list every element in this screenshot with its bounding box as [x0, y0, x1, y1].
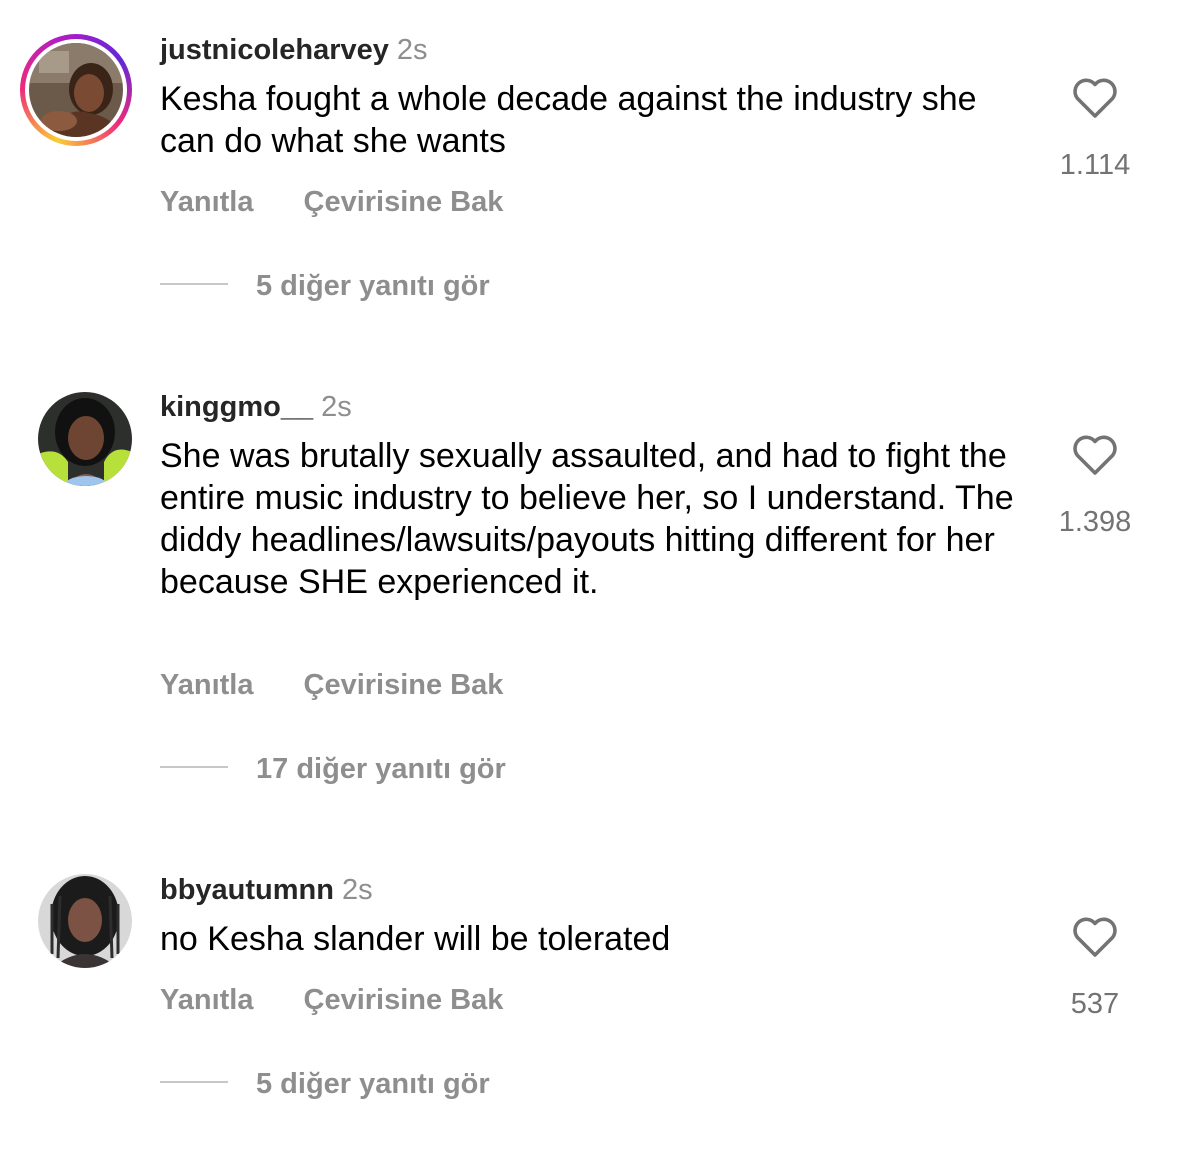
- comment-time: 2s: [396, 34, 428, 66]
- comment-header: justnicoleharvey 2s: [160, 33, 428, 67]
- avatar-image: [38, 392, 132, 486]
- heart-outline-icon[interactable]: [1071, 915, 1119, 959]
- comment-time: 2s: [321, 391, 352, 423]
- comment-time: 2s: [342, 874, 373, 906]
- avatar[interactable]: [20, 374, 132, 486]
- view-replies-label: 5 diğer yanıtı gör: [256, 270, 490, 302]
- view-replies-button[interactable]: 5 diğer yanıtı gör: [160, 269, 490, 303]
- like-control: 537: [1050, 915, 1140, 1021]
- view-replies-button[interactable]: 17 diğer yanıtı gör: [160, 752, 506, 786]
- comment-header: bbyautumnn 2s: [160, 873, 373, 907]
- avatar[interactable]: [20, 34, 132, 146]
- like-count: 1.398: [1058, 506, 1132, 538]
- comment-actions: Yanıtla Çevirisine Bak: [160, 185, 503, 219]
- see-translation-button[interactable]: Çevirisine Bak: [304, 983, 504, 1017]
- heart-outline-icon[interactable]: [1071, 76, 1119, 120]
- replies-divider: [160, 1081, 228, 1084]
- username[interactable]: justnicoleharvey: [160, 34, 389, 66]
- like-control: 1.398: [1050, 433, 1140, 539]
- comment-text: no Kesha slander will be tolerated: [160, 920, 671, 958]
- reply-button[interactable]: Yanıtla: [160, 185, 254, 219]
- view-replies-button[interactable]: 5 diğer yanıtı gör: [160, 1067, 490, 1101]
- comment-text: Kesha fought a whole decade against the …: [160, 80, 977, 160]
- avatar[interactable]: [20, 856, 132, 968]
- see-translation-button[interactable]: Çevirisine Bak: [304, 668, 504, 702]
- reply-button[interactable]: Yanıtla: [160, 668, 254, 702]
- view-replies-label: 17 diğer yanıtı gör: [256, 753, 506, 785]
- comment-actions: Yanıtla Çevirisine Bak: [160, 983, 503, 1017]
- like-count: 537: [1070, 988, 1120, 1020]
- like-control: 1.114: [1050, 76, 1140, 182]
- comment-actions: Yanıtla Çevirisine Bak: [160, 668, 503, 702]
- avatar-image: [38, 874, 132, 968]
- replies-divider: [160, 766, 228, 769]
- view-replies-label: 5 diğer yanıtı gör: [256, 1068, 490, 1100]
- like-count: 1.114: [1059, 149, 1131, 181]
- username[interactable]: kinggmo__: [160, 391, 313, 423]
- see-translation-button[interactable]: Çevirisine Bak: [304, 185, 504, 219]
- comment-header: kinggmo__ 2s: [160, 390, 352, 424]
- heart-outline-icon[interactable]: [1071, 433, 1119, 477]
- reply-button[interactable]: Yanıtla: [160, 983, 254, 1017]
- comment-text: She was brutally sexually assaulted, and…: [160, 437, 1014, 601]
- avatar-image: [29, 43, 123, 137]
- replies-divider: [160, 283, 228, 286]
- username[interactable]: bbyautumnn: [160, 874, 334, 906]
